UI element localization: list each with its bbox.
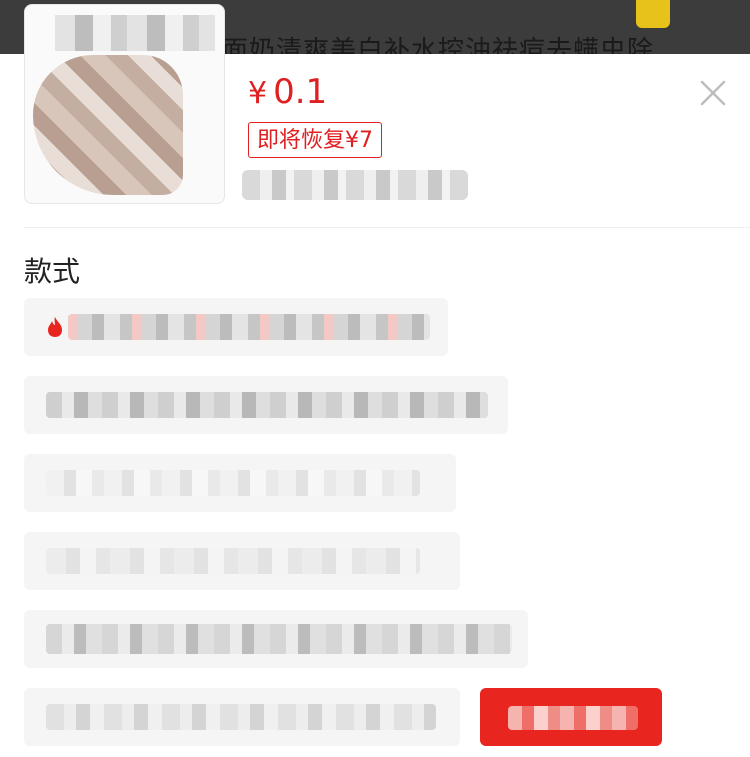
product-thumbnail: [24, 4, 225, 204]
price-value: 0.1: [273, 72, 328, 112]
close-icon[interactable]: [698, 78, 728, 108]
style-option[interactable]: [24, 532, 460, 590]
option-label-blurred: [46, 470, 420, 496]
style-option[interactable]: [24, 298, 448, 356]
thumb-hand-shape: [33, 55, 183, 195]
style-option[interactable]: [24, 688, 460, 746]
thumb-pixel-band: [55, 15, 215, 51]
option-label-blurred: [68, 314, 430, 340]
option-label-blurred: [46, 548, 420, 574]
restore-price-tag: 即将恢复¥7: [248, 122, 382, 158]
flame-icon: [48, 317, 62, 337]
option-label-blurred: [46, 624, 512, 654]
buy-button-label-blurred: [508, 706, 638, 730]
option-label-blurred: [46, 392, 488, 418]
price: ¥0.1: [248, 72, 327, 112]
style-option[interactable]: [24, 610, 528, 668]
blurred-sub-info: [242, 170, 468, 200]
option-label-blurred: [46, 704, 436, 730]
style-option[interactable]: [24, 376, 508, 434]
style-option[interactable]: [24, 454, 456, 512]
promo-badge: [636, 0, 670, 28]
price-currency: ¥: [248, 76, 268, 111]
divider: [24, 227, 750, 228]
style-section-title: 款式: [24, 255, 81, 288]
buy-button[interactable]: [480, 688, 662, 746]
